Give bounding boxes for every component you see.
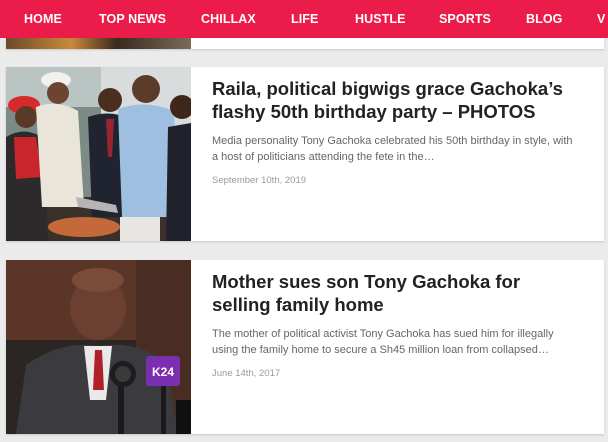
press-conference-photo-icon: K24 xyxy=(6,260,191,434)
article-date: September 10th, 2019 xyxy=(212,175,307,186)
article-thumbnail[interactable] xyxy=(6,67,191,241)
previous-article-thumbnail[interactable] xyxy=(6,38,191,49)
article-content: Mother sues son Tony Gachoka for selling… xyxy=(212,270,580,379)
k24-logo: K24 xyxy=(152,365,174,379)
nav-top-news[interactable]: TOP NEWS xyxy=(99,0,166,38)
article-excerpt: Media personality Tony Gachoka celebrate… xyxy=(212,135,573,163)
article-thumbnail[interactable]: K24 xyxy=(6,260,191,434)
party-photo-icon xyxy=(6,67,191,241)
main-nav: HOME TOP NEWS CHILLAX LIFE HUSTLE SPORTS… xyxy=(0,0,608,38)
nav-hustle[interactable]: HUSTLE xyxy=(355,0,406,38)
previous-article-card[interactable] xyxy=(6,38,604,49)
article-title[interactable]: Mother sues son Tony Gachoka for selling… xyxy=(212,270,580,316)
nav-chillax[interactable]: CHILLAX xyxy=(201,0,256,38)
nav-blog[interactable]: BLOG xyxy=(526,0,563,38)
nav-life[interactable]: LIFE xyxy=(291,0,318,38)
article-date: June 14th, 2017 xyxy=(212,368,281,379)
nav-more[interactable]: V xyxy=(597,0,605,38)
article-card[interactable]: K24 Mother sues son Tony Gachoka for sel… xyxy=(6,260,604,434)
nav-home[interactable]: HOME xyxy=(24,0,62,38)
article-card[interactable]: Raila, political bigwigs grace Gachoka’s… xyxy=(6,67,604,241)
nav-sports[interactable]: SPORTS xyxy=(439,0,491,38)
article-content: Raila, political bigwigs grace Gachoka’s… xyxy=(212,77,580,186)
article-excerpt: The mother of political activist Tony Ga… xyxy=(212,328,554,356)
article-title[interactable]: Raila, political bigwigs grace Gachoka’s… xyxy=(212,77,580,123)
